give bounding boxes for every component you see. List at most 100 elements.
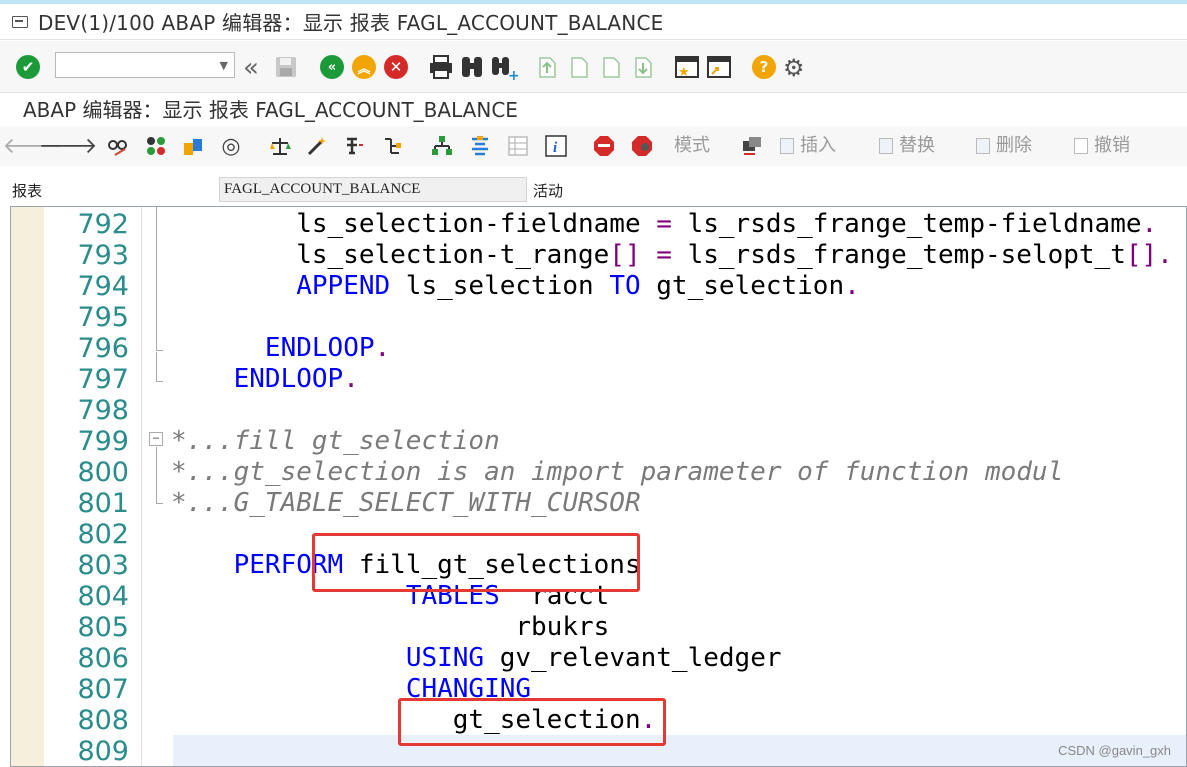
replace-icon — [879, 138, 893, 154]
watermark: CSDN @gavin_gxh — [1058, 743, 1171, 758]
other-object-icon[interactable] — [181, 134, 205, 158]
double-left-icon[interactable]: « — [243, 53, 259, 83]
delete-label: 删除 — [996, 135, 1032, 156]
navigation-window-icon[interactable] — [430, 134, 454, 158]
code-token: = — [656, 240, 672, 270]
exit-up-icon: ︽ — [352, 55, 376, 79]
stop-sign-icon — [594, 136, 614, 156]
table-icon[interactable] — [506, 134, 530, 158]
enter-check-button[interactable]: ✔ — [16, 55, 40, 79]
code-line[interactable]: 799 *...fill gt_selection — [11, 426, 1186, 457]
line-number: 796 — [77, 333, 129, 364]
insert-label: 插入 — [800, 135, 836, 156]
code-text: USING gv_relevant_ledger — [171, 643, 782, 674]
help-button[interactable]: ? — [752, 55, 776, 79]
code-line[interactable]: 805 rbukrs — [11, 612, 1186, 643]
next-page-icon — [603, 57, 620, 78]
code-line[interactable]: 806 USING gv_relevant_ledger — [11, 643, 1186, 674]
insert-button[interactable]: 插入 — [780, 134, 836, 158]
cancel-x-icon: ✕ — [384, 55, 408, 79]
pattern-icon[interactable] — [740, 134, 764, 158]
code-token: ls_selection — [390, 271, 610, 301]
mode-button[interactable]: 模式 — [674, 134, 710, 158]
replace-button[interactable]: 替换 — [879, 134, 935, 158]
session-breakpoint-icon[interactable] — [630, 134, 654, 158]
last-page-button[interactable] — [632, 55, 654, 79]
code-line[interactable]: 797 ENDLOOP. — [11, 364, 1186, 395]
keyword-token: APPEND — [296, 271, 391, 301]
code-token: . — [374, 333, 391, 363]
screen-title-text: ABAP 编辑器：显示 报表 FAGL_ACCOUNT_BALANCE — [23, 97, 518, 122]
fold-guide-end — [156, 381, 163, 382]
code-line[interactable]: 792 ls_selection-fieldname = ls_rsds_fra… — [11, 209, 1186, 240]
chevron-down-icon[interactable]: ▼ — [220, 59, 228, 72]
undo-button[interactable]: 撤销 — [1074, 134, 1130, 158]
window-title: DEV(1)/100 ABAP 编辑器：显示 报表 FAGL_ACCOUNT_B… — [38, 11, 664, 35]
code-line[interactable]: 800 *...gt_selection is an import paramet… — [11, 457, 1186, 488]
code-line[interactable]: 798 — [11, 395, 1186, 426]
pretty-printer-icon[interactable] — [468, 134, 492, 158]
svg-text:★: ★ — [678, 65, 690, 79]
exit-button[interactable]: ︽ — [352, 55, 376, 79]
shortcut-icon — [707, 56, 731, 78]
report-label: 报表 — [12, 182, 43, 200]
line-number: 793 — [77, 240, 129, 271]
spiral-icon[interactable]: ◎ — [219, 134, 243, 159]
line-number: 795 — [77, 302, 129, 333]
cancel-button[interactable]: ✕ — [384, 55, 408, 79]
code-line[interactable]: 794 APPEND ls_selection TO gt_selection. — [11, 271, 1186, 302]
settings-gear-icon[interactable]: ⚙ — [783, 54, 805, 82]
line-number: 805 — [77, 612, 129, 643]
code-line[interactable]: 801 *...G_TABLE_SELECT_WITH_CURSOR — [11, 488, 1186, 519]
code-token: ls_rsds_frange_temp-selopt_t — [671, 240, 1126, 270]
first-page-button[interactable] — [536, 55, 558, 79]
info-icon[interactable]: i — [544, 134, 568, 158]
title-bar: DEV(1)/100 ABAP 编辑器：显示 报表 FAGL_ACCOUNT_B… — [0, 4, 1187, 40]
keyword-token: ENDLOOP — [264, 333, 375, 363]
report-status: 活动 — [533, 182, 564, 200]
print-button[interactable] — [428, 55, 454, 79]
collapse-block-icon[interactable]: − — [149, 432, 163, 446]
object-list-icon[interactable] — [380, 134, 404, 158]
code-token: . — [844, 271, 860, 301]
line-number: 800 — [77, 457, 129, 488]
code-line[interactable]: 795 — [11, 302, 1186, 333]
window-menu-icon[interactable] — [12, 15, 28, 28]
standard-toolbar: ✔ ▼ « « ︽ ✕ + ★ ? ⚙ — [0, 41, 1187, 93]
code-line[interactable]: 793 ls_selection-t_range[] = ls_rsds_fra… — [11, 240, 1186, 271]
code-token: [] — [609, 240, 641, 270]
report-name-field: FAGL_ACCOUNT_BALANCE — [219, 177, 527, 202]
find-next-button[interactable]: + — [490, 55, 518, 81]
previous-page-icon — [571, 57, 588, 78]
hook-list-icon — [347, 137, 363, 155]
back-button[interactable]: « — [320, 55, 344, 79]
code-text: *...G_TABLE_SELECT_WITH_CURSOR — [171, 488, 641, 519]
line-number: 808 — [77, 705, 129, 736]
comment-token: *...gt_selection is an import parameter … — [171, 457, 1064, 487]
line-number: 799 — [77, 426, 129, 457]
line-number: 792 — [77, 209, 129, 240]
shortcut-button[interactable] — [706, 55, 732, 79]
display-change-icon[interactable] — [106, 134, 130, 158]
find-button[interactable] — [460, 55, 486, 79]
delete-button[interactable]: 删除 — [976, 134, 1032, 158]
where-used-icon[interactable] — [342, 134, 366, 158]
activate-wand-icon[interactable] — [305, 134, 329, 158]
previous-page-button[interactable] — [568, 55, 590, 79]
save-button[interactable] — [274, 55, 298, 79]
undo-label: 撤销 — [1094, 135, 1130, 156]
code-editor[interactable]: 792 ls_selection-fieldname = ls_rsds_fra… — [10, 206, 1187, 767]
arrow-forward-icon[interactable]: 🡒 — [39, 134, 98, 159]
code-text: *...gt_selection is an import parameter … — [171, 457, 1063, 488]
check-syntax-icon[interactable] — [268, 134, 292, 158]
fold-guide-end — [156, 503, 163, 504]
code-line[interactable]: 796 ENDLOOP. — [11, 333, 1186, 364]
command-field[interactable]: ▼ — [55, 52, 235, 78]
set-breakpoint-icon[interactable] — [592, 134, 616, 158]
line-number: 798 — [77, 395, 129, 426]
active-inactive-icon[interactable] — [144, 134, 168, 158]
create-session-button[interactable]: ★ — [674, 55, 700, 79]
next-page-button[interactable] — [600, 55, 622, 79]
